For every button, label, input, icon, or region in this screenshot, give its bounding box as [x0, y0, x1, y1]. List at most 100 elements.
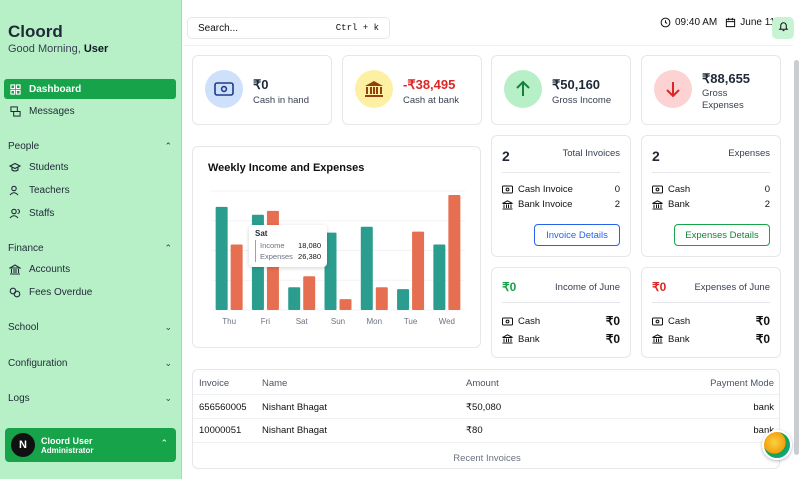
section-label: Finance: [8, 243, 44, 254]
cell-mode: bank: [753, 402, 774, 413]
stat-value: ₹0: [253, 77, 269, 92]
row-label: Bank: [668, 199, 690, 210]
chevron-down-icon: ⌄: [164, 322, 172, 332]
search-placeholder: Search...: [198, 22, 239, 34]
column-header-invoice: Invoice: [199, 378, 230, 389]
sidebar-item-fees-overdue[interactable]: Fees Overdue: [4, 282, 176, 302]
income-bank-row: Bank ₹0: [502, 332, 620, 346]
bar-expenses-sun[interactable]: [339, 299, 352, 310]
bar-expenses-tue[interactable]: [412, 231, 425, 310]
bar-expenses-wed[interactable]: [448, 194, 461, 310]
sidebar-item-teachers[interactable]: Teachers: [4, 180, 176, 200]
user-card[interactable]: N Cloord User Administrator ⌃: [5, 428, 176, 462]
stat-label: Gross Income: [552, 95, 612, 106]
arrow-down-icon: [654, 70, 692, 108]
chevron-up-icon: ⌃: [160, 438, 168, 448]
divider: [502, 172, 620, 173]
stat-label: Gross Expenses: [702, 88, 744, 111]
row-value: 0: [764, 184, 770, 195]
sidebar-item-label: Teachers: [29, 184, 70, 196]
income-june-title: Income of June: [555, 282, 620, 293]
sidebar-item-accounts[interactable]: Accounts: [4, 259, 176, 279]
floating-assistant-button[interactable]: [762, 430, 792, 460]
bar-income-tue[interactable]: [397, 289, 410, 310]
chevron-up-icon: ⌃: [164, 141, 172, 151]
bar-income-thu[interactable]: [215, 206, 228, 310]
bar-expenses-mon[interactable]: [375, 287, 388, 310]
cell-amount: ₹80: [466, 425, 483, 436]
time-text: 09:40 AM: [675, 17, 718, 28]
income-cash-row: Cash ₹0: [502, 314, 620, 328]
section-logs[interactable]: Logs ⌄: [8, 393, 172, 404]
column-header-amount: Amount: [466, 378, 499, 389]
expenses-count: 2: [652, 148, 660, 164]
bar-expenses-sat[interactable]: [303, 276, 316, 310]
coins-icon: [9, 286, 21, 298]
cash-icon: [652, 317, 663, 326]
x-tick-label: Tue: [404, 317, 418, 326]
column-header-name: Name: [262, 378, 288, 389]
expenses-card-title: Expenses: [728, 148, 770, 159]
divider: [193, 418, 781, 419]
section-school[interactable]: School ⌄: [8, 322, 172, 333]
cell-amount: ₹50,080: [466, 402, 502, 413]
sidebar-item-staffs[interactable]: Staffs: [4, 203, 176, 223]
stat-label: Cash in hand: [253, 95, 309, 106]
invoice-card-title: Total Invoices: [562, 148, 620, 159]
datetime: 09:40 AM June 11: [660, 17, 775, 28]
section-finance[interactable]: Finance ⌃: [8, 243, 172, 254]
users-icon: [9, 184, 21, 196]
divider: [193, 394, 781, 395]
bell-icon: [778, 19, 789, 37]
stat-card-gross-income: ₹50,160 Gross Income: [491, 55, 631, 125]
divider: [502, 302, 620, 303]
expenses-cash-row: Cash ₹0: [652, 314, 770, 328]
section-people[interactable]: People ⌃: [8, 141, 172, 152]
cash-invoice-row: Cash Invoice 0: [502, 184, 620, 195]
row-value: ₹0: [755, 314, 770, 328]
x-tick-label: Fri: [261, 317, 271, 326]
weekly-chart-card: Weekly Income and Expenses Thu Fri Sat Sun M…: [192, 146, 481, 348]
bank-icon: [652, 199, 663, 210]
section-configuration[interactable]: Configuration ⌄: [8, 358, 172, 369]
chevron-up-icon: ⌃: [164, 243, 172, 253]
users-icon: [9, 207, 21, 219]
expenses-june-total: ₹0: [652, 280, 667, 294]
invoice-details-button[interactable]: Invoice Details: [534, 224, 620, 246]
expenses-of-june-card: ₹0 Expenses of June Cash ₹0 Bank ₹0: [641, 267, 781, 358]
stat-value: ₹50,160: [552, 77, 601, 92]
cell-name: Nishant Bhagat: [262, 402, 327, 413]
search-shortcut: Ctrl + k: [335, 23, 379, 33]
sidebar-item-dashboard[interactable]: Dashboard: [4, 79, 176, 99]
row-label: Bank: [668, 333, 690, 345]
x-tick-label: Sat: [296, 317, 309, 326]
bar-income-wed[interactable]: [433, 244, 446, 310]
bar-income-sat[interactable]: [288, 287, 301, 310]
sidebar-item-messages[interactable]: Messages: [4, 101, 176, 121]
bank-icon: [9, 263, 21, 275]
user-role: Administrator: [41, 445, 94, 455]
scrollbar[interactable]: [794, 60, 799, 455]
graduation-cap-icon: [9, 161, 21, 173]
stat-value: -₹38,495: [403, 77, 456, 92]
sidebar-item-label: Staffs: [29, 207, 55, 219]
sidebar-item-label: Dashboard: [29, 83, 82, 95]
sidebar: Cloord Good Morning, User Dashboard Mess…: [0, 0, 182, 479]
row-value: 0: [614, 184, 620, 195]
income-june-total: ₹0: [502, 280, 517, 294]
sidebar-item-students[interactable]: Students: [4, 157, 176, 177]
expenses-details-button[interactable]: Expenses Details: [674, 224, 770, 246]
bank-expense-row: Bank 2: [652, 199, 770, 210]
bar-expenses-thu[interactable]: [230, 244, 243, 310]
row-value: 2: [614, 199, 620, 210]
search-input[interactable]: Search... Ctrl + k: [187, 17, 390, 39]
row-label: Bank: [518, 333, 540, 345]
greeting-user: User: [83, 43, 109, 55]
cash-icon: [502, 185, 513, 194]
bar-income-mon[interactable]: [360, 226, 373, 310]
cash-icon: [652, 185, 663, 194]
notification-button[interactable]: [772, 17, 794, 39]
total-invoices-card: 2 Total Invoices Cash Invoice 0 Bank Inv…: [491, 135, 631, 257]
tooltip-income-row: Income 18,080: [255, 240, 321, 251]
section-label: Logs: [8, 393, 30, 404]
